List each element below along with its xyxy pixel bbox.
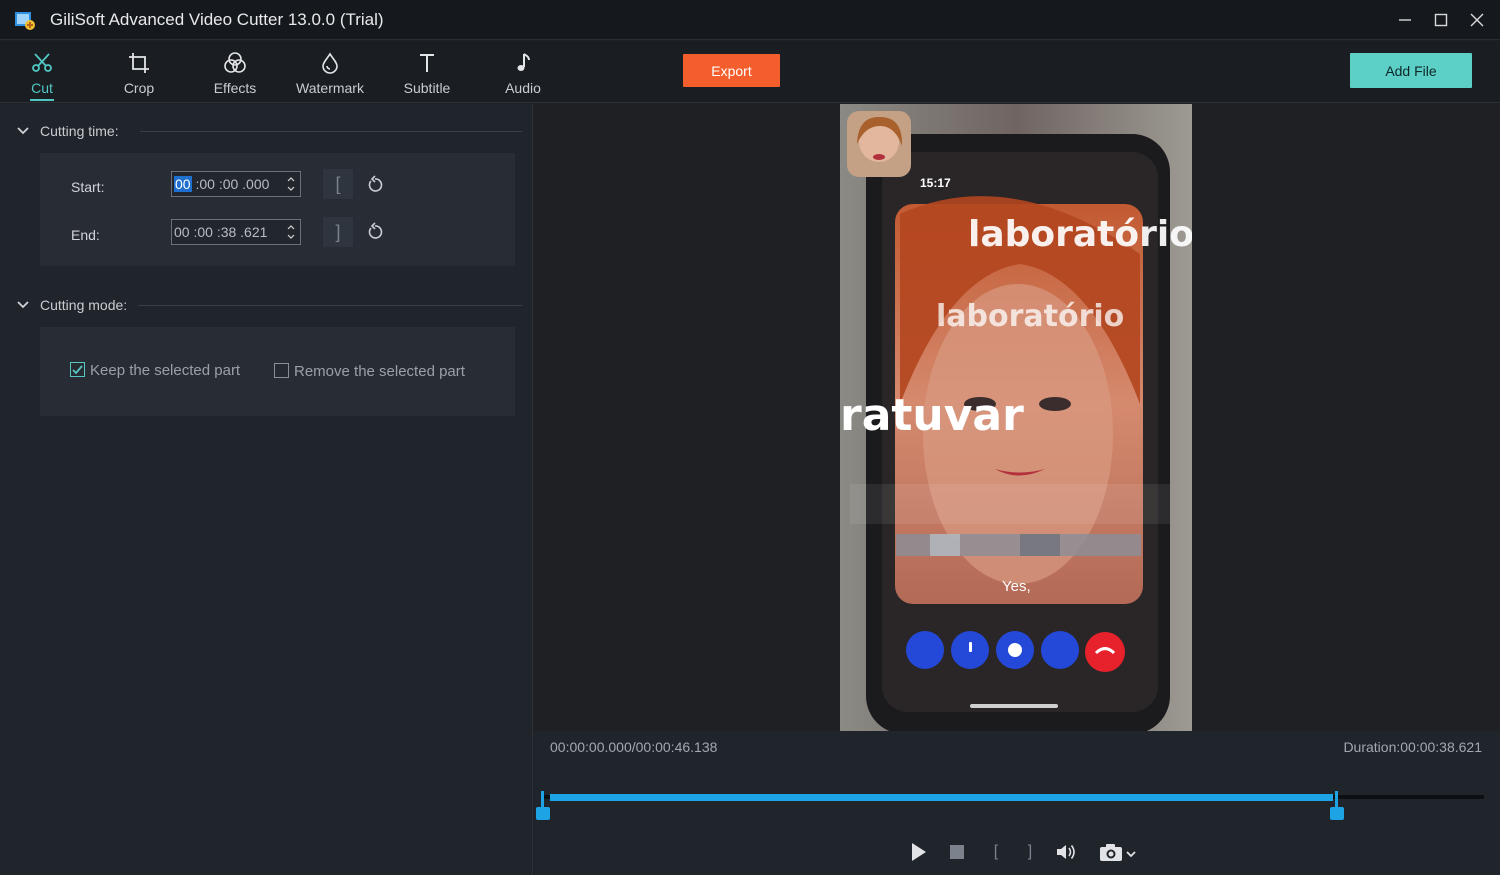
tab-label: Audio bbox=[505, 80, 541, 96]
reset-start-icon[interactable] bbox=[365, 175, 385, 195]
overlay-word: laboratório bbox=[936, 299, 1124, 334]
tab-label: Watermark bbox=[296, 80, 364, 96]
app-logo-icon bbox=[14, 9, 36, 31]
total-duration: 00:00:46.138 bbox=[635, 739, 718, 755]
keep-selected-label[interactable]: Keep the selected part bbox=[90, 362, 240, 379]
timeline-selection[interactable] bbox=[550, 794, 1333, 801]
cutting-mode-box: Keep the selected part Remove the select… bbox=[40, 327, 515, 416]
start-time-spinner[interactable] bbox=[287, 175, 295, 193]
mark-out-button[interactable]: ] bbox=[1018, 841, 1042, 863]
video-frame[interactable]: 15:17 laboratório laboratório ratuvar Ye… bbox=[840, 104, 1192, 731]
cutting-mode-header[interactable]: Cutting mode: bbox=[16, 295, 526, 315]
tab-label: Subtitle bbox=[403, 80, 451, 96]
snapshot-dropdown[interactable] bbox=[1098, 841, 1142, 863]
crop-icon bbox=[127, 51, 151, 75]
stop-icon[interactable] bbox=[945, 841, 969, 863]
selection-duration: Duration:00:00:38.621 bbox=[1343, 739, 1482, 755]
start-hours-selected: 00 bbox=[174, 176, 192, 192]
tab-label: Cut bbox=[31, 80, 53, 96]
start-time-field[interactable]: 00 :00 :00 .000 bbox=[171, 171, 301, 197]
chevron-down-icon bbox=[16, 298, 30, 312]
end-time-value: 00 :00 :38 .621 bbox=[174, 224, 268, 240]
settings-panel: Cutting time: Start: 00 :00 :00 .000 [ E… bbox=[0, 104, 533, 875]
start-handle[interactable] bbox=[536, 791, 550, 820]
tab-cut[interactable]: Cut bbox=[0, 41, 84, 103]
section-title: Cutting time: bbox=[40, 123, 119, 139]
duration-label: Duration: bbox=[1343, 739, 1401, 755]
divider bbox=[138, 305, 522, 306]
end-handle[interactable] bbox=[1330, 791, 1344, 820]
tab-audio[interactable]: Audio bbox=[481, 41, 565, 103]
phone-time: 15:17 bbox=[920, 176, 951, 190]
tab-watermark[interactable]: Watermark bbox=[288, 41, 372, 103]
duration-value: 00:00:38.621 bbox=[1400, 739, 1482, 755]
window-title: GiliSoft Advanced Video Cutter 13.0.0 (T… bbox=[50, 10, 384, 29]
reset-end-icon[interactable] bbox=[365, 222, 385, 242]
volume-icon[interactable] bbox=[1054, 841, 1078, 863]
scissors-icon bbox=[30, 51, 54, 75]
text-icon bbox=[415, 51, 439, 75]
close-button[interactable] bbox=[1462, 6, 1492, 34]
keep-selected-checkbox[interactable] bbox=[70, 362, 85, 377]
add-file-button[interactable]: Add File bbox=[1350, 53, 1472, 88]
toolbar: Cut Crop Effects Watermark Subtitle Audi… bbox=[0, 41, 1500, 103]
title-bar: GiliSoft Advanced Video Cutter 13.0.0 (T… bbox=[0, 0, 1500, 40]
overlay-word: Yes, bbox=[1002, 578, 1031, 595]
playback-time: 00:00:00.000/00:00:46.138 bbox=[550, 739, 717, 755]
tab-label: Effects bbox=[213, 80, 257, 96]
play-icon[interactable] bbox=[906, 841, 930, 863]
section-title: Cutting mode: bbox=[40, 297, 128, 313]
end-time-spinner[interactable] bbox=[287, 223, 295, 241]
overlay-word: ratuvar bbox=[840, 390, 1024, 441]
chevron-down-icon bbox=[16, 124, 30, 138]
tab-label: Crop bbox=[123, 80, 155, 96]
tab-effects[interactable]: Effects bbox=[193, 41, 277, 103]
droplet-icon bbox=[318, 51, 342, 75]
start-label: Start: bbox=[71, 179, 105, 195]
set-end-button[interactable]: ] bbox=[323, 217, 353, 247]
current-position: 00:00:00.000 bbox=[550, 739, 632, 755]
end-label: End: bbox=[71, 227, 100, 243]
export-button[interactable]: Export bbox=[683, 54, 780, 87]
end-time-field[interactable]: 00 :00 :38 .621 bbox=[171, 219, 301, 245]
divider bbox=[140, 131, 522, 132]
camera-icon bbox=[1100, 844, 1136, 861]
playback-panel: 00:00:00.000/00:00:46.138 Duration:00:00… bbox=[534, 731, 1500, 875]
overlay-word: laboratório bbox=[968, 214, 1192, 255]
music-note-icon bbox=[511, 51, 535, 75]
cutting-time-box: Start: 00 :00 :00 .000 [ End: 00 :00 :38… bbox=[40, 153, 515, 266]
tab-subtitle[interactable]: Subtitle bbox=[385, 41, 469, 103]
effects-icon bbox=[223, 51, 247, 75]
start-time-rest: :00 :00 .000 bbox=[191, 176, 270, 192]
mark-in-button[interactable]: [ bbox=[984, 841, 1008, 863]
tab-crop[interactable]: Crop bbox=[97, 41, 181, 103]
cutting-time-header[interactable]: Cutting time: bbox=[16, 121, 526, 141]
minimize-button[interactable] bbox=[1390, 6, 1420, 34]
remove-selected-label[interactable]: Remove the selected part bbox=[294, 363, 465, 380]
remove-selected-checkbox[interactable] bbox=[274, 363, 289, 378]
maximize-button[interactable] bbox=[1426, 6, 1456, 34]
set-start-button[interactable]: [ bbox=[323, 169, 353, 199]
video-preview-area: 15:17 laboratório laboratório ratuvar Ye… bbox=[534, 104, 1500, 731]
